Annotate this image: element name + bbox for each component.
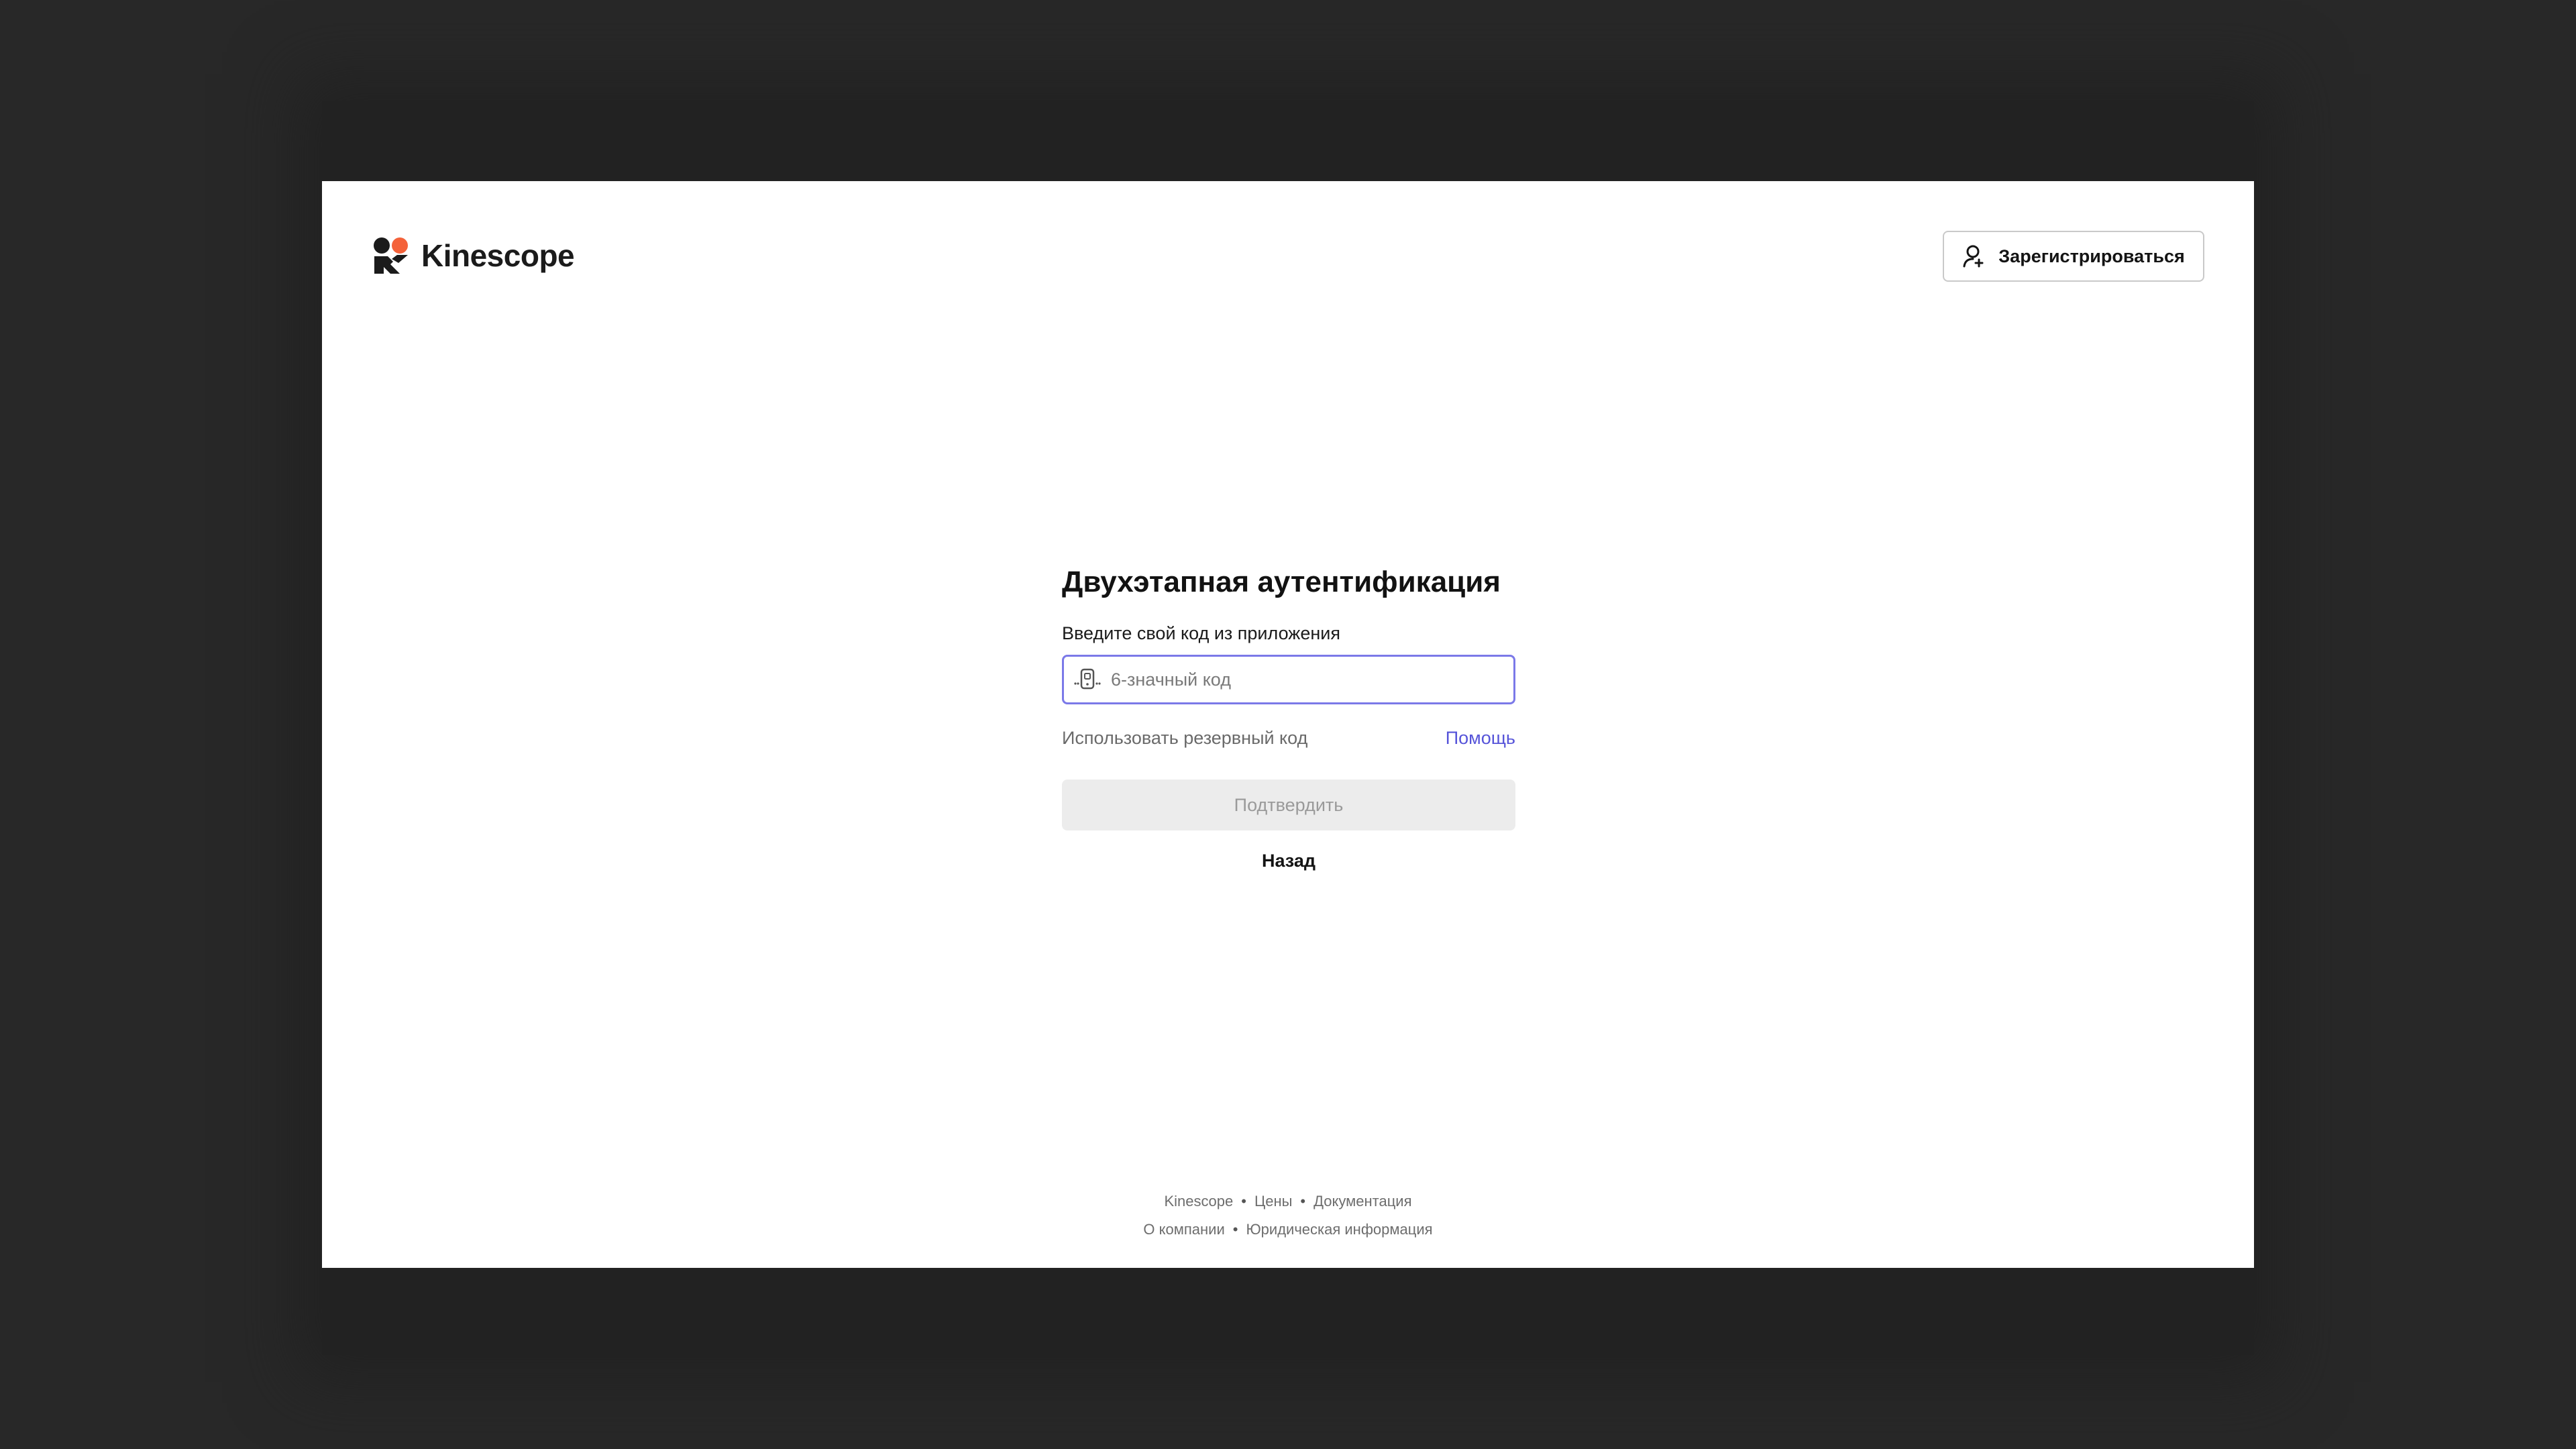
page-title: Двухэтапная аутентификация <box>1062 566 1501 598</box>
code-input[interactable] <box>1110 668 1488 691</box>
confirm-button[interactable]: Подтвердить <box>1062 780 1515 830</box>
kinescope-logo[interactable]: Kinescope <box>372 232 575 279</box>
footer-separator: • <box>1232 1221 1238 1238</box>
logo-text: Kinescope <box>421 238 575 273</box>
footer-link-about[interactable]: О компании <box>1143 1221 1224 1238</box>
footer-row-1: Kinescope • Цены • Документация <box>322 1187 2254 1216</box>
kinescope-logo-icon <box>374 237 408 274</box>
footer-separator: • <box>1300 1193 1306 1210</box>
signup-button[interactable]: Зарегистрироваться <box>1943 231 2204 282</box>
code-field-label: Введите свой код из приложения <box>1062 623 1340 643</box>
footer-link-docs[interactable]: Документация <box>1313 1193 1411 1210</box>
footer-link-kinescope[interactable]: Kinescope <box>1164 1193 1233 1210</box>
form-links-row: Использовать резервный код Помощь <box>1062 724 1515 751</box>
use-backup-code-link[interactable]: Использовать резервный код <box>1062 728 1307 749</box>
footer-link-legal[interactable]: Юридическая информация <box>1246 1221 1432 1238</box>
footer-link-pricing[interactable]: Цены <box>1254 1193 1292 1210</box>
footer: Kinescope • Цены • Документация О компан… <box>322 1187 2254 1244</box>
footer-row-2: О компании • Юридическая информация <box>322 1216 2254 1244</box>
signup-button-label: Зарегистрироваться <box>1998 246 2185 266</box>
auth-page: Kinescope Зарегистрироваться Двухэтапная… <box>322 181 2254 1268</box>
authenticator-app-icon <box>1074 668 1101 690</box>
user-add-icon <box>1963 245 1984 268</box>
footer-separator: • <box>1241 1193 1246 1210</box>
back-link[interactable]: Назад <box>1062 851 1515 871</box>
two-factor-form: Двухэтапная аутентификация Введите свой … <box>1062 562 1515 871</box>
code-input-wrapper[interactable] <box>1062 655 1515 704</box>
help-link[interactable]: Помощь <box>1446 728 1515 749</box>
